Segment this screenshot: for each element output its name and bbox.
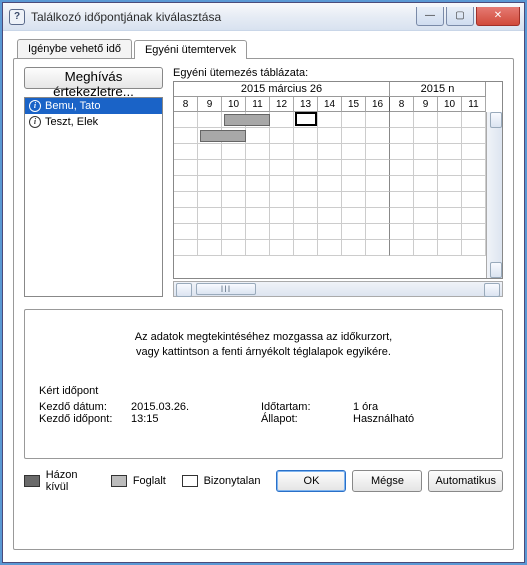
legend-label-away: Házon kívül (46, 469, 95, 493)
selected-slot[interactable] (295, 112, 317, 126)
hour-header: 9 (198, 97, 222, 112)
start-date-label: Kezdő dátum: (39, 401, 131, 413)
hour-header: 13 (294, 97, 318, 112)
invite-to-meeting-button[interactable]: Meghívás értekezletre... (24, 67, 163, 89)
status-label: Állapot: (261, 413, 353, 425)
tab-panel: Meghívás értekezletre... i Bemu, Tato i … (13, 58, 514, 550)
hour-header: 8 (390, 97, 414, 112)
attendee-name: Teszt, Elek (45, 116, 98, 128)
duration-label: Időtartam: (261, 401, 353, 413)
hour-header: 15 (342, 97, 366, 112)
busy-block[interactable] (224, 114, 270, 126)
schedule-grid[interactable]: 2015 március 26 2015 n 8 9 10 11 12 13 1… (173, 81, 503, 279)
titlebar[interactable]: ? Találkozó időpontjának kiválasztása — … (3, 3, 524, 31)
legend-swatch-tentative (182, 475, 198, 487)
cancel-button[interactable]: Mégse (352, 470, 422, 492)
duration-value: 1 óra (353, 401, 483, 413)
schedule-table-label: Egyéni ütemezés táblázata: (173, 67, 503, 79)
maximize-button[interactable]: ▢ (446, 7, 474, 26)
info-icon: i (29, 116, 41, 128)
vertical-scrollbar[interactable] (486, 112, 502, 278)
legend-label-tentative: Bizonytalan (204, 475, 261, 487)
hour-header: 10 (222, 97, 246, 112)
dialog-window: ? Találkozó időpontjának kiválasztása — … (2, 2, 525, 563)
hint-text: Az adatok megtekintéséhez mozgassa az id… (39, 330, 488, 361)
minimize-button[interactable]: — (416, 7, 444, 26)
start-date-value: 2015.03.26. (131, 401, 261, 413)
start-time-value: 13:15 (131, 413, 261, 425)
hour-header: 10 (438, 97, 462, 112)
hour-header: 12 (270, 97, 294, 112)
list-item[interactable]: i Bemu, Tato (25, 98, 162, 114)
info-panel: Az adatok megtekintéséhez mozgassa az id… (24, 309, 503, 459)
hour-header: 8 (174, 97, 198, 112)
horizontal-scrollbar[interactable]: III (173, 281, 503, 297)
day-header: 2015 március 26 (174, 82, 390, 97)
hour-header: 11 (246, 97, 270, 112)
attendee-list[interactable]: i Bemu, Tato i Teszt, Elek (24, 97, 163, 297)
attendee-name: Bemu, Tato (45, 100, 100, 112)
ok-button[interactable]: OK (276, 470, 346, 492)
hour-header: 14 (318, 97, 342, 112)
requested-time-heading: Kért időpont (39, 385, 488, 397)
tab-individual-schedules[interactable]: Egyéni ütemtervek (134, 40, 247, 59)
tab-available-time[interactable]: Igénybe vehető idő (17, 39, 132, 58)
legend-swatch-away (24, 475, 40, 487)
hour-header: 9 (414, 97, 438, 112)
list-item[interactable]: i Teszt, Elek (25, 114, 162, 130)
hour-header: 11 (462, 97, 486, 112)
close-button[interactable]: ✕ (476, 7, 520, 26)
window-title: Találkozó időpontjának kiválasztása (31, 10, 414, 24)
legend-swatch-busy (111, 475, 127, 487)
auto-button[interactable]: Automatikus (428, 470, 503, 492)
hour-header: 16 (366, 97, 390, 112)
legend-label-busy: Foglalt (133, 475, 166, 487)
start-time-label: Kezdő időpont: (39, 413, 131, 425)
status-value: Használható (353, 413, 483, 425)
app-icon: ? (9, 9, 25, 25)
day-header: 2015 n (390, 82, 486, 97)
info-icon: i (29, 100, 41, 112)
busy-block[interactable] (200, 130, 246, 142)
